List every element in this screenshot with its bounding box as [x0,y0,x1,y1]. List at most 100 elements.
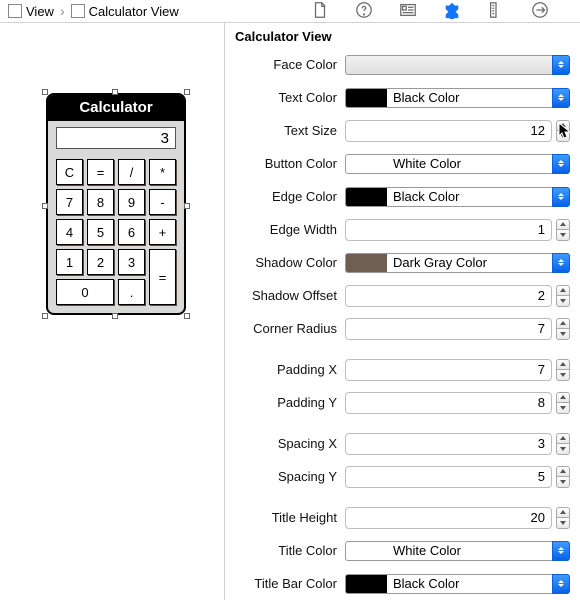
spacing-y-stepper[interactable] [556,466,570,488]
calc-button[interactable]: / [118,159,145,185]
attributes-inspector-tab[interactable] [443,1,461,22]
resize-handle[interactable] [42,89,48,95]
label-padding-x: Padding X [225,362,345,377]
view-doc-icon [71,4,85,18]
size-inspector-tab[interactable] [487,1,505,22]
text-size-stepper[interactable] [556,120,570,142]
text-color-name[interactable]: Black Color [387,88,552,108]
calc-button[interactable]: 8 [87,189,114,215]
button-color-dropdown[interactable] [552,154,570,174]
padding-x-input[interactable]: 7 [345,359,552,381]
button-color-name[interactable]: White Color [387,154,552,174]
title-color-swatch[interactable] [345,541,387,561]
row-edge-width: Edge Width 1 [225,213,580,246]
calc-button[interactable]: = [87,159,114,185]
calc-button[interactable]: C [56,159,83,185]
calc-button[interactable]: 6 [118,219,145,245]
title-height-stepper[interactable] [556,507,570,529]
row-padding-y: Padding Y 8 [225,386,580,419]
edge-width-input[interactable]: 1 [345,219,552,241]
text-color-swatch[interactable] [345,88,387,108]
padding-x-stepper[interactable] [556,359,570,381]
calc-button[interactable]: 1 [56,249,83,275]
row-title-color: Title Color White Color [225,534,580,567]
resize-handle[interactable] [42,203,48,209]
edge-color-name[interactable]: Black Color [387,187,552,207]
title-bar-color-name[interactable]: Black Color [387,574,552,594]
label-title-height: Title Height [225,510,345,525]
calc-title: Calculator [48,95,184,121]
calc-button[interactable]: 7 [56,189,83,215]
edge-color-swatch[interactable] [345,187,387,207]
title-color-dropdown[interactable] [552,541,570,561]
row-corner-radius: Corner Radius 7 [225,312,580,345]
calc-button[interactable]: 3 [118,249,145,275]
resize-handle[interactable] [184,203,190,209]
resize-handle[interactable] [184,89,190,95]
row-shadow-color: Shadow Color Dark Gray Color [225,246,580,279]
calc-button[interactable]: + [149,219,176,245]
edge-color-dropdown[interactable] [552,187,570,207]
corner-radius-input[interactable]: 7 [345,318,552,340]
calc-button[interactable]: 2 [87,249,114,275]
calc-button-grid: C = / * 7 8 9 - 4 5 6 + 1 2 3 [48,155,184,313]
spacing-y-input[interactable]: 5 [345,466,552,488]
padding-y-input[interactable]: 8 [345,392,552,414]
top-bar: View › Calculator View [0,0,580,23]
title-bar-color-swatch[interactable] [345,574,387,594]
calc-button[interactable]: 0 [56,279,114,305]
title-height-input[interactable]: 20 [345,507,552,529]
row-shadow-offset: Shadow Offset 2 [225,279,580,312]
shadow-offset-input[interactable]: 2 [345,285,552,307]
label-text-color: Text Color [225,90,345,105]
row-text-size: Text Size 12 [225,114,580,147]
shadow-offset-stepper[interactable] [556,285,570,307]
edge-width-stepper[interactable] [556,219,570,241]
resize-handle[interactable] [112,89,118,95]
help-inspector-tab[interactable] [355,1,373,22]
calculator-preview[interactable]: Calculator 3 C = / * 7 8 9 - 4 5 6 [46,93,186,315]
calc-button[interactable]: 9 [118,189,145,215]
text-size-input[interactable]: 12 [345,120,552,142]
label-spacing-x: Spacing X [225,436,345,451]
text-color-dropdown[interactable] [552,88,570,108]
shadow-color-name[interactable]: Dark Gray Color [387,253,552,273]
label-edge-color: Edge Color [225,189,345,204]
row-title-bar-color: Title Bar Color Black Color [225,567,580,600]
calc-button[interactable]: * [149,159,176,185]
canvas[interactable]: Calculator 3 C = / * 7 8 9 - 4 5 6 [0,23,225,600]
row-spacing-y: Spacing Y 5 [225,460,580,493]
row-edge-color: Edge Color Black Color [225,180,580,213]
label-shadow-color: Shadow Color [225,255,345,270]
calc-button[interactable]: 5 [87,219,114,245]
face-color-well[interactable] [345,55,552,75]
calc-button[interactable]: 4 [56,219,83,245]
title-color-name[interactable]: White Color [387,541,552,561]
calc-button[interactable]: . [118,279,145,305]
breadcrumb-item-calculator-view[interactable]: Calculator View [89,4,179,19]
breadcrumb-item-view[interactable]: View [26,4,54,19]
row-padding-x: Padding X 7 [225,353,580,386]
calc-button[interactable]: = [149,249,176,305]
calc-button[interactable]: - [149,189,176,215]
spacing-x-input[interactable]: 3 [345,433,552,455]
row-text-color: Text Color Black Color [225,81,580,114]
resize-handle[interactable] [42,313,48,319]
button-color-swatch[interactable] [345,154,387,174]
resize-handle[interactable] [112,313,118,319]
title-bar-color-dropdown[interactable] [552,574,570,594]
face-color-dropdown[interactable] [552,55,570,75]
label-text-size: Text Size [225,123,345,138]
corner-radius-stepper[interactable] [556,318,570,340]
identity-inspector-tab[interactable] [399,1,417,22]
row-spacing-x: Spacing X 3 [225,427,580,460]
view-doc-icon [8,4,22,18]
file-inspector-tab[interactable] [311,1,329,22]
shadow-color-dropdown[interactable] [552,253,570,273]
resize-handle[interactable] [184,313,190,319]
spacing-x-stepper[interactable] [556,433,570,455]
row-face-color: Face Color [225,48,580,81]
shadow-color-swatch[interactable] [345,253,387,273]
connections-inspector-tab[interactable] [531,1,549,22]
padding-y-stepper[interactable] [556,392,570,414]
